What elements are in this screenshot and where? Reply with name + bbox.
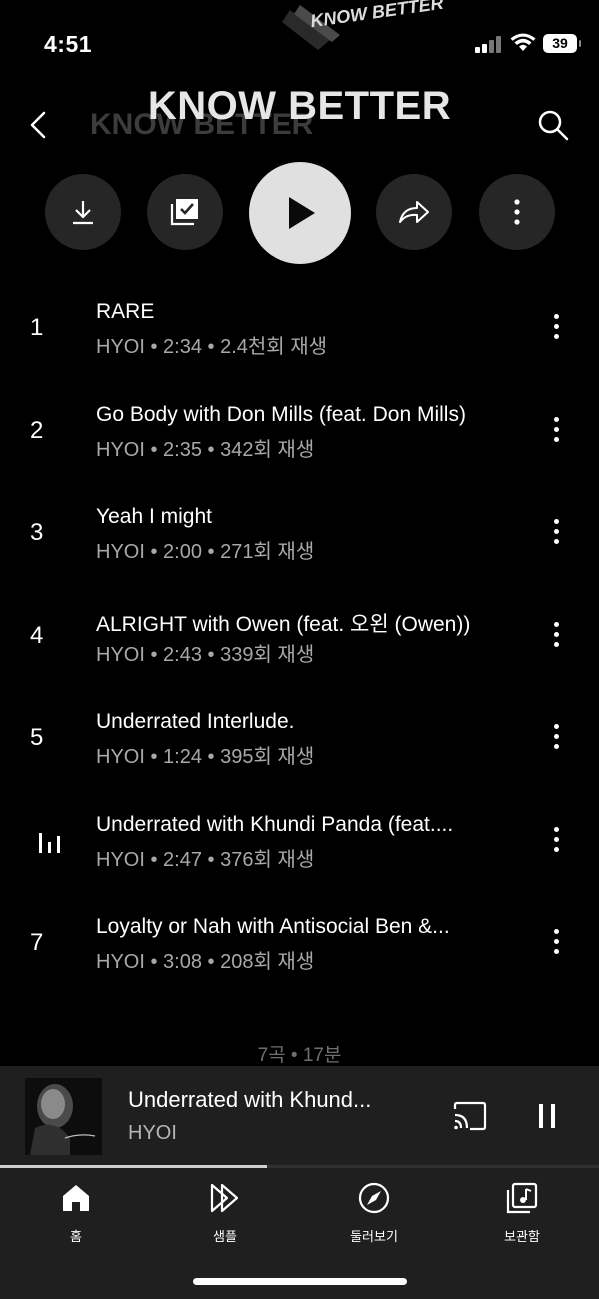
track-duration: 2:35 (163, 438, 202, 461)
now-playing-equalizer-icon (39, 829, 65, 853)
home-icon (63, 1185, 89, 1211)
track-meta: HYOI • 2:47 • 376회 재생 (96, 848, 315, 871)
track-plays: 395회 재생 (220, 746, 315, 768)
nav-explore-label: 둘러보기 (350, 1229, 398, 1244)
now-playing-artist: HYOI (128, 1122, 177, 1144)
track-title: Underrated with Khundi Panda (feat.... (96, 812, 454, 836)
track-meta: HYOI • 2:00 • 271회 재생 (96, 541, 315, 563)
track-more-icon[interactable] (546, 825, 568, 855)
save-to-library-button[interactable] (147, 174, 223, 250)
track-row[interactable]: 7 Loyalty or Nah with Antisocial Ben &..… (0, 891, 599, 994)
track-number: 2 (30, 416, 44, 444)
track-row[interactable]: 5 Underrated Interlude. HYOI • 1:24 • 39… (0, 686, 599, 789)
track-more-icon[interactable] (546, 517, 568, 547)
cast-icon[interactable] (452, 1101, 488, 1131)
nav-explore[interactable]: 둘러보기 (324, 1180, 424, 1245)
track-row[interactable]: 1 RARE HYOI • 2:34 • 2.4천회 재생 (0, 276, 599, 379)
more-options-button[interactable] (479, 174, 555, 250)
track-duration: 1:24 (163, 746, 202, 768)
nav-library[interactable]: 보관함 (472, 1180, 572, 1245)
track-title: Loyalty or Nah with Antisocial Ben &... (96, 915, 450, 938)
cellular-signal-icon (475, 35, 503, 53)
track-duration: 2:47 (163, 848, 202, 871)
track-artist: HYOI (96, 541, 145, 563)
nav-samples[interactable]: 샘플 (175, 1180, 275, 1245)
more-vertical-icon (514, 199, 520, 225)
wifi-icon (510, 33, 536, 51)
track-plays: 208회 재생 (220, 951, 315, 973)
album-summary: 7곡 • 17분 (257, 1045, 342, 1066)
samples-icon (210, 1183, 239, 1213)
page-title: KNOW BETTER (147, 84, 452, 128)
track-artist: HYOI (96, 848, 145, 871)
track-meta: HYOI • 3:08 • 208회 재생 (96, 951, 315, 973)
track-number: 3 (30, 519, 44, 546)
track-row-now-playing[interactable]: Underrated with Khundi Panda (feat.... H… (0, 789, 599, 892)
mini-player[interactable]: Underrated with Khund... HYOI (0, 1066, 599, 1166)
now-playing-album-art (25, 1078, 102, 1155)
track-number: 4 (30, 621, 44, 649)
album-actions (0, 162, 599, 266)
library-icon (506, 1182, 538, 1214)
track-more-icon[interactable] (546, 312, 568, 342)
track-plays: 2.4천회 재생 (220, 336, 328, 358)
track-title: RARE (96, 300, 155, 323)
now-playing-title: Underrated with Khund... (128, 1087, 372, 1112)
track-more-icon[interactable] (546, 722, 568, 752)
track-artist: HYOI (96, 643, 145, 666)
pause-button[interactable] (533, 1102, 563, 1132)
bottom-nav: 홈 샘플 둘러보기 보관함 (0, 1168, 599, 1299)
share-button[interactable] (376, 174, 452, 250)
home-indicator (193, 1278, 407, 1285)
status-time: 4:51 (44, 31, 93, 57)
nav-library-label: 보관함 (504, 1229, 540, 1244)
explore-icon (358, 1182, 390, 1214)
battery-indicator: 39 (543, 34, 581, 53)
track-title: Underrated Interlude. (96, 710, 295, 733)
track-artist: HYOI (96, 336, 145, 358)
share-icon (399, 201, 429, 223)
nav-home-label: 홈 (70, 1229, 82, 1244)
track-plays: 271회 재생 (220, 541, 315, 563)
track-duration: 2:34 (163, 336, 202, 358)
track-duration: 3:08 (163, 951, 202, 973)
track-title: Go Body with Don Mills (feat. Don Mills) (96, 402, 466, 426)
track-meta: HYOI • 2:35 • 342회 재생 (96, 438, 315, 461)
track-artist: HYOI (96, 438, 145, 461)
track-plays: 376회 재생 (220, 848, 315, 871)
header: KNOW BETTER KNOW BETTER (0, 80, 599, 170)
track-row[interactable]: 3 Yeah I might HYOI • 2:00 • 271회 재생 (0, 481, 599, 584)
download-icon (73, 201, 93, 225)
nav-home[interactable]: 홈 (26, 1180, 126, 1245)
download-button[interactable] (45, 174, 121, 250)
play-icon (289, 197, 315, 229)
nav-samples-label: 샘플 (213, 1229, 237, 1244)
play-button[interactable] (249, 162, 351, 264)
library-saved-icon (170, 199, 198, 226)
track-number: 1 (30, 314, 44, 341)
track-plays: 339회 재생 (220, 643, 315, 666)
track-meta: HYOI • 1:24 • 395회 재생 (96, 746, 315, 768)
track-plays: 342회 재생 (220, 438, 315, 461)
track-row[interactable]: 4 ALRIGHT with Owen (feat. 오왼 (Owen)) HY… (0, 584, 599, 687)
track-number: 5 (30, 724, 44, 751)
track-more-icon[interactable] (546, 620, 568, 650)
track-meta: HYOI • 2:43 • 339회 재생 (96, 643, 315, 666)
track-title: Yeah I might (96, 505, 212, 528)
search-button[interactable] (536, 108, 570, 142)
track-duration: 2:00 (163, 541, 202, 563)
status-bar: KNOW BETTER 4:51 39 (0, 0, 599, 80)
track-more-icon[interactable] (546, 927, 568, 957)
track-duration: 2:43 (163, 643, 202, 666)
track-number: 7 (30, 929, 44, 956)
track-list: 1 RARE HYOI • 2:34 • 2.4천회 재생 2 Go Body … (0, 276, 599, 994)
track-more-icon[interactable] (546, 415, 568, 445)
track-artist: HYOI (96, 746, 145, 768)
track-title: ALRIGHT with Owen (feat. 오왼 (Owen)) (96, 612, 471, 636)
album-cover-peek: KNOW BETTER (270, 0, 470, 55)
track-meta: HYOI • 2:34 • 2.4천회 재생 (96, 336, 328, 358)
track-row[interactable]: 2 Go Body with Don Mills (feat. Don Mill… (0, 379, 599, 482)
track-artist: HYOI (96, 951, 145, 973)
